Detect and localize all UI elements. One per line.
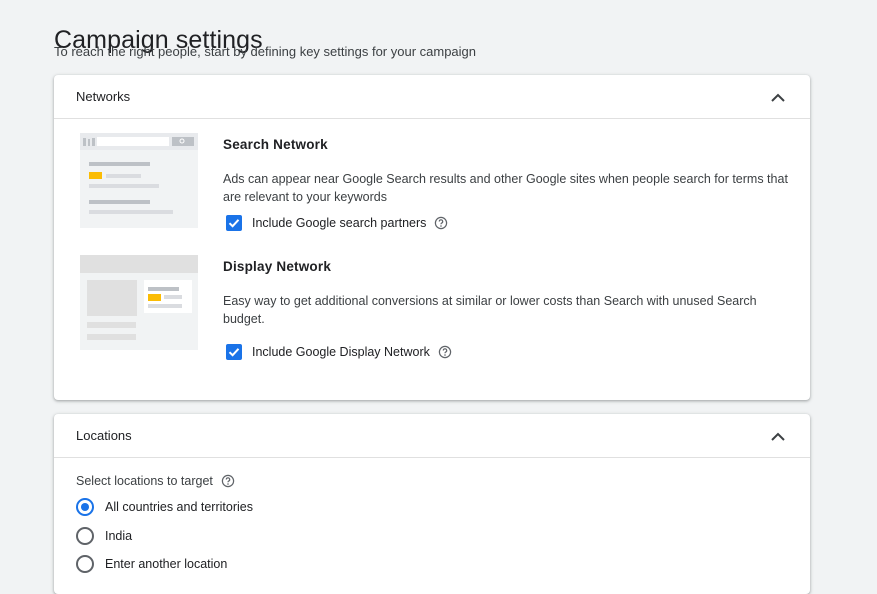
display-network-illustration-icon: [80, 255, 198, 350]
networks-card-title: Networks: [76, 89, 131, 104]
page-subtitle: To reach the right people, start by defi…: [54, 44, 477, 59]
display-network-title: Display Network: [223, 259, 332, 274]
radio-india[interactable]: [76, 527, 94, 545]
radio-label[interactable]: India: [105, 529, 132, 543]
help-icon[interactable]: [434, 216, 448, 230]
chevron-up-icon: [771, 93, 785, 102]
location-option-india[interactable]: India: [76, 526, 132, 546]
help-icon[interactable]: [221, 474, 235, 488]
radio-all-countries[interactable]: [76, 498, 94, 516]
locations-card-title: Locations: [76, 428, 132, 443]
locations-card: Locations Select locations to target All…: [54, 414, 810, 594]
radio-label[interactable]: Enter another location: [105, 557, 227, 571]
search-network-illustration-icon: [80, 133, 198, 228]
locations-prompt: Select locations to target: [76, 474, 235, 488]
help-icon[interactable]: [438, 345, 452, 359]
locations-prompt-text: Select locations to target: [76, 474, 213, 488]
search-partners-checkbox[interactable]: [226, 215, 242, 231]
display-network-checkbox[interactable]: [226, 344, 242, 360]
display-network-option[interactable]: Include Google Display Network: [226, 343, 452, 361]
search-network-title: Search Network: [223, 137, 328, 152]
search-partners-option[interactable]: Include Google search partners: [226, 214, 448, 232]
display-network-description: Easy way to get additional conversions a…: [223, 294, 757, 326]
checkmark-icon: [228, 219, 240, 228]
location-option-other[interactable]: Enter another location: [76, 554, 227, 574]
networks-card-header[interactable]: Networks: [54, 75, 810, 119]
display-network-label[interactable]: Include Google Display Network: [252, 345, 430, 359]
search-network-description: Ads can appear near Google Search result…: [223, 172, 788, 204]
search-partners-label[interactable]: Include Google search partners: [252, 216, 426, 230]
collapse-locations-button[interactable]: [766, 425, 790, 449]
radio-another-location[interactable]: [76, 555, 94, 573]
checkmark-icon: [228, 348, 240, 357]
chevron-up-icon: [771, 432, 785, 441]
locations-card-header[interactable]: Locations: [54, 414, 810, 458]
collapse-networks-button[interactable]: [766, 86, 790, 110]
location-option-all[interactable]: All countries and territories: [76, 497, 253, 517]
networks-card: Networks Search Network Ads can appear n…: [54, 75, 810, 400]
radio-label[interactable]: All countries and territories: [105, 500, 253, 514]
